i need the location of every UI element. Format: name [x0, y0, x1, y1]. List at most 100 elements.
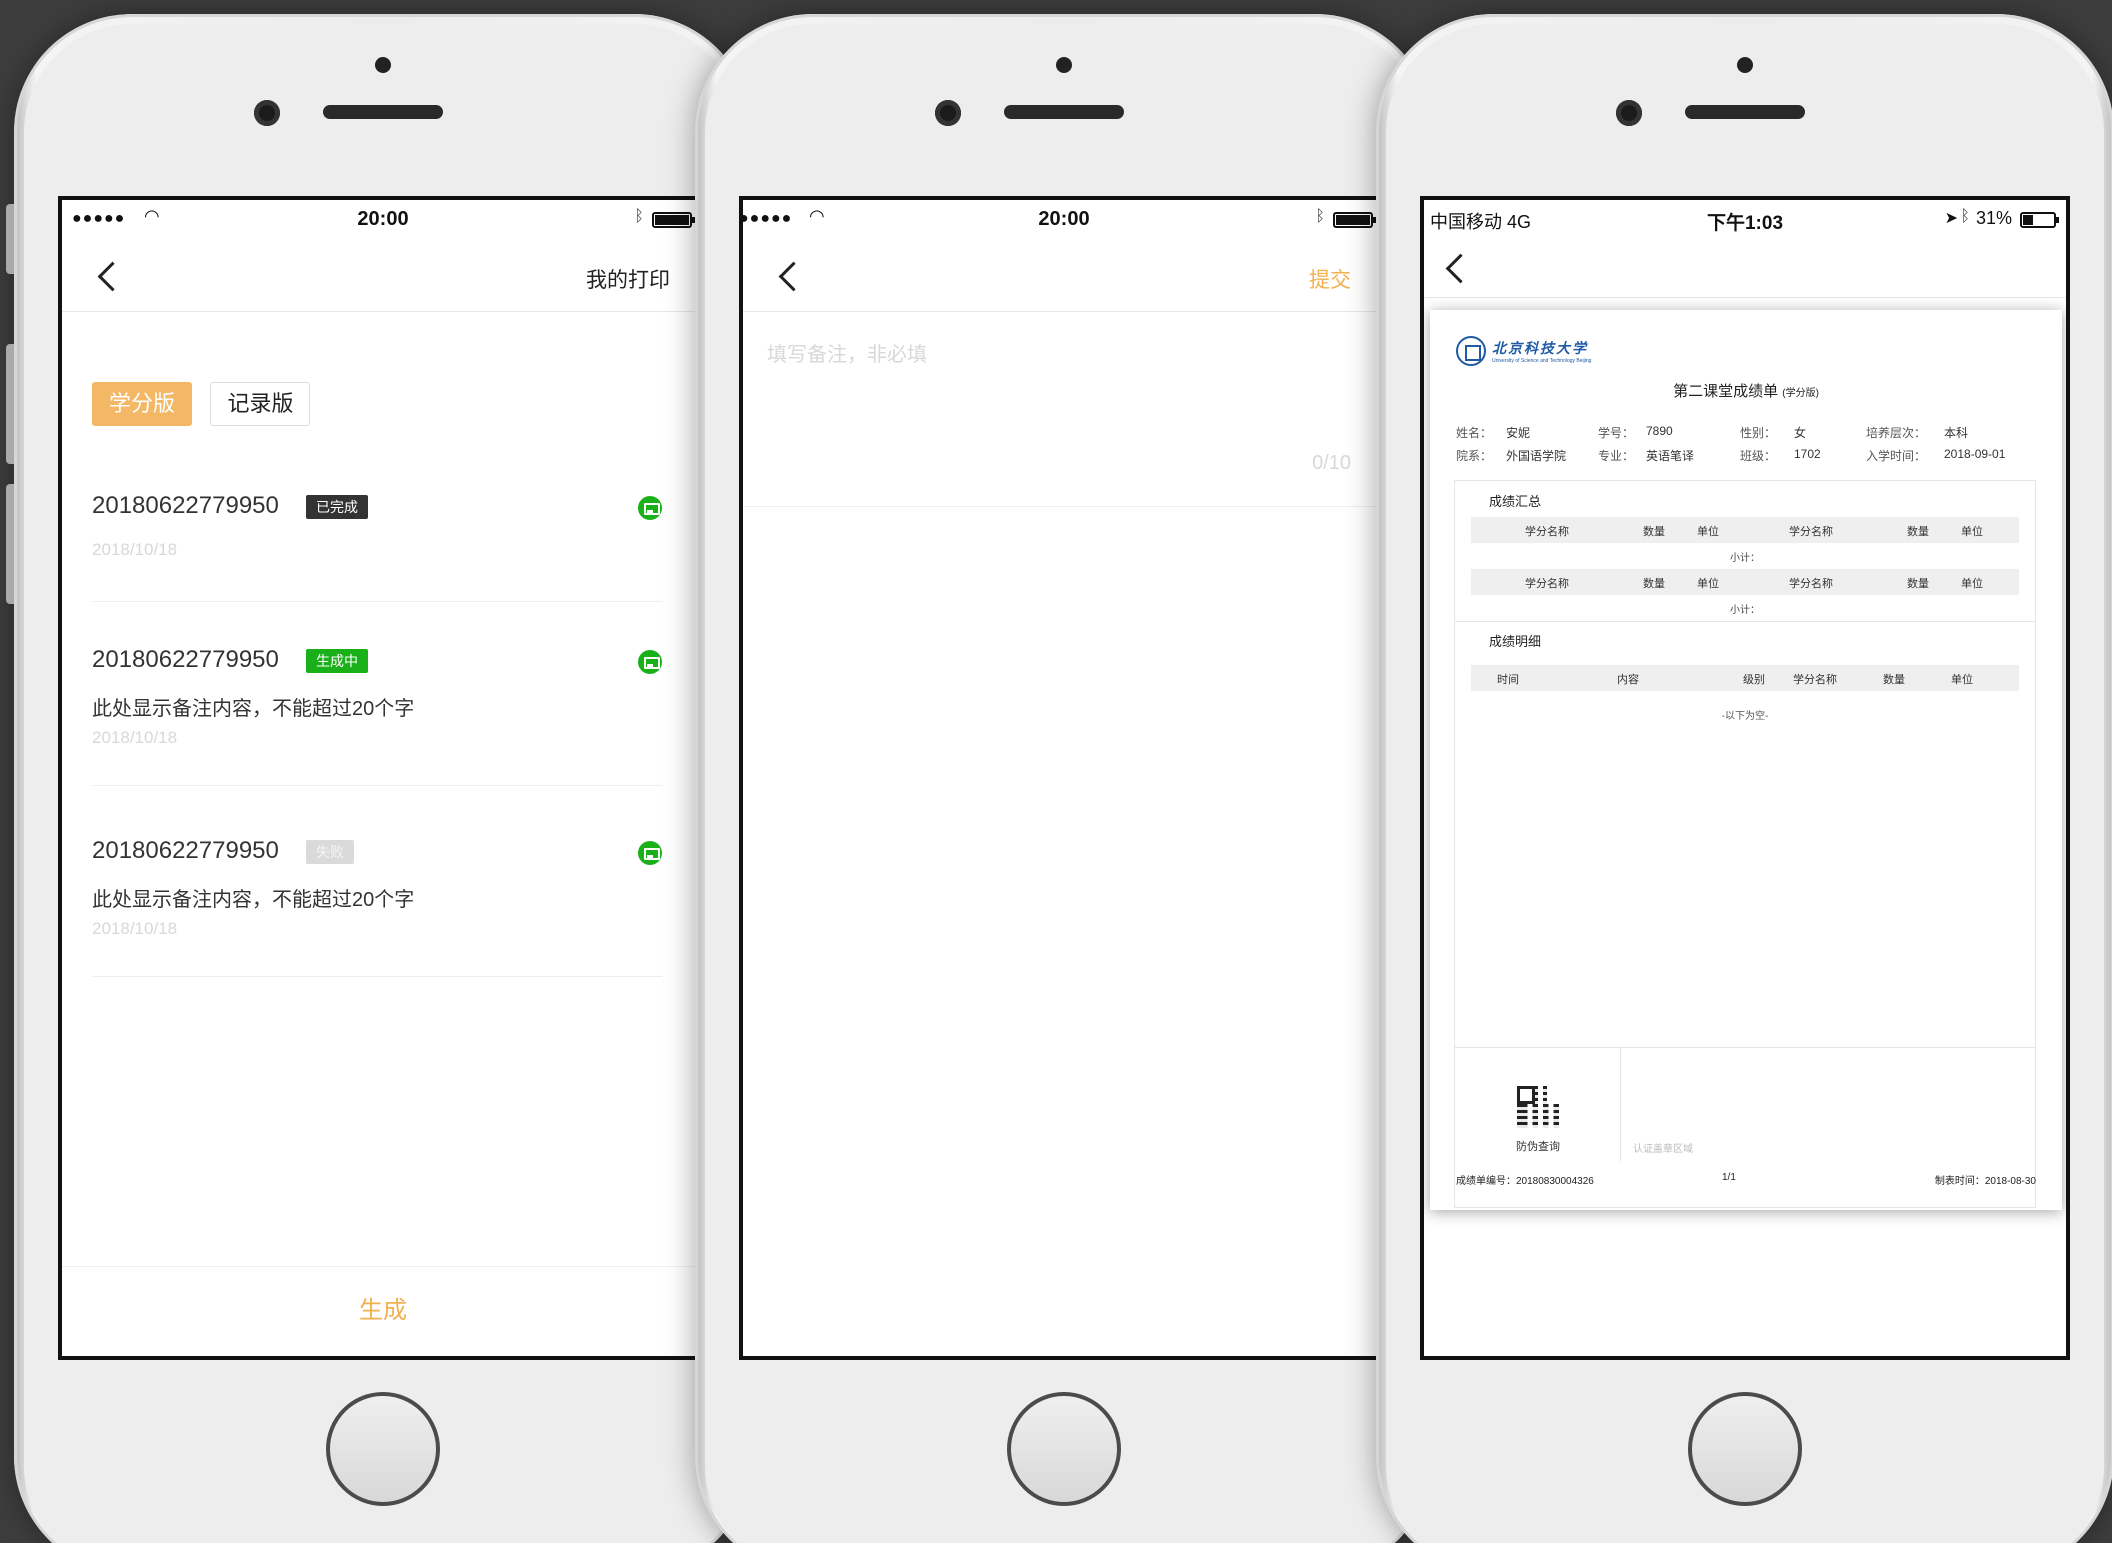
status-bar: ●●●●● ◠ 20:00 ᛒ [62, 200, 704, 240]
page-title: 我的打印 [586, 269, 670, 292]
earpiece-speaker [323, 105, 443, 119]
enroll-value: 2018-09-01 [1944, 447, 2006, 461]
screen-remark: ●●●●● ◠ 20:00 ᛒ 提交 0/10 [739, 196, 1389, 1360]
dept-label: 院系： [1456, 449, 1493, 463]
printer-icon[interactable] [638, 650, 662, 674]
made-date: 制表时间：2018-08-30 [1934, 1176, 2036, 1187]
phone-frame-3: 中国移动 4G 下午1:03 ➤ ᛒ 31% 北京科技大学 University… [1376, 14, 2112, 1543]
summary-header-row: 学分名称 数量 单位 学分名称 数量 单位 [1471, 517, 2019, 543]
volume-up-button [6, 344, 14, 464]
empty-notice: -以下为空- [1721, 711, 1769, 722]
student-id-label: 学号： [1598, 426, 1635, 440]
qr-code-icon[interactable] [1517, 1086, 1559, 1128]
battery-icon [652, 212, 695, 228]
subtotal-label: 小计： [1730, 605, 1760, 616]
printer-icon[interactable] [638, 496, 662, 520]
remark-section: 0/10 [743, 312, 1385, 507]
transcript-table: 成绩汇总 学分名称 数量 单位 学分名称 数量 单位 小计： 学分名称 数量 单… [1454, 480, 2036, 1208]
record-date: 2018/10/18 [92, 728, 178, 747]
volume-down-button [6, 484, 14, 604]
record-number: 20180622779950 [92, 837, 279, 864]
enroll-label: 入学时间： [1866, 449, 1927, 463]
major-value: 英语笔译 [1646, 449, 1695, 463]
generate-button[interactable]: 生成 [62, 1266, 704, 1356]
seal-area-label: 认证盖章区域 [1633, 1144, 1693, 1155]
level-label: 培养层次： [1866, 426, 1927, 440]
name-value: 安妮 [1506, 426, 1531, 440]
back-icon[interactable] [1442, 252, 1474, 284]
list-item[interactable]: 20180622779950 生成中 此处显示备注内容，不能超过20个字 201… [92, 646, 662, 786]
earpiece-speaker [1685, 105, 1805, 119]
gender-label: 性别： [1740, 426, 1777, 440]
char-counter: 0/10 [1312, 452, 1351, 474]
bluetooth-icon: ᛒ [1315, 208, 1325, 225]
serial-number: 成绩单编号：20180830004326 [1456, 1176, 1594, 1187]
record-number: 20180622779950 [92, 492, 279, 519]
class-label: 班级： [1740, 449, 1777, 463]
status-badge: 生成中 [306, 649, 368, 673]
name-label: 姓名： [1456, 426, 1493, 440]
subtotal-label: 小计： [1730, 553, 1760, 564]
screen-my-prints: ●●●●● ◠ 20:00 ᛒ 我的打印 学分版 记录版 20180622779… [58, 196, 708, 1360]
home-button[interactable] [1007, 1392, 1121, 1506]
home-button[interactable] [326, 1392, 440, 1506]
home-button[interactable] [1688, 1392, 1802, 1506]
detail-header-row: 时间 内容 级别 学分名称 数量 单位 [1471, 665, 2019, 691]
university-name: 北京科技大学 [1492, 340, 1588, 356]
university-logo: 北京科技大学 University of Science and Technol… [1456, 336, 1591, 366]
section-divider [1455, 621, 2035, 622]
student-id-value: 7890 [1646, 424, 1673, 438]
front-camera [935, 100, 961, 126]
remark-input[interactable] [767, 338, 1327, 438]
qr-label: 防伪查询 [1516, 1141, 1560, 1153]
status-bar: 中国移动 4G 下午1:03 ➤ ᛒ 31% [1424, 200, 2066, 240]
detail-title: 成绩明细 [1489, 634, 1542, 649]
major-label: 专业： [1598, 449, 1635, 463]
class-value: 1702 [1794, 447, 1821, 461]
status-bar: ●●●●● ◠ 20:00 ᛒ [743, 200, 1385, 240]
student-info: 姓名： 安妮 学号： 7890 性别： 女 培养层次： 本科 院系： 外国语学院 专业： 英… [1456, 424, 2036, 470]
back-icon[interactable] [775, 260, 807, 292]
nav-bar [1424, 240, 2066, 298]
tab-credit-version[interactable]: 学分版 [92, 382, 193, 426]
gender-value: 女 [1794, 426, 1807, 440]
list-item[interactable]: 20180622779950 失败 此处显示备注内容，不能超过20个字 2018… [92, 837, 662, 977]
university-name-en: University of Science and Technology Bei… [1492, 358, 1592, 364]
submit-button[interactable]: 提交 [1309, 264, 1351, 294]
version-tabs: 学分版 记录版 [92, 382, 324, 426]
bluetooth-icon: ᛒ [1960, 208, 1970, 225]
record-date: 2018/10/18 [92, 540, 178, 559]
record-note: 此处显示备注内容，不能超过20个字 [92, 889, 415, 911]
status-badge: 失败 [306, 840, 354, 864]
battery-icon [1333, 212, 1376, 228]
proximity-sensor [1737, 57, 1753, 73]
level-value: 本科 [1944, 426, 1969, 440]
proximity-sensor [1056, 57, 1072, 73]
status-badge: 已完成 [306, 495, 368, 519]
summary-header-row: 学分名称 数量 单位 学分名称 数量 单位 [1471, 569, 2019, 595]
battery-icon [2020, 212, 2059, 228]
proximity-sensor [375, 57, 391, 73]
record-date: 2018/10/18 [92, 919, 178, 938]
front-camera [254, 100, 280, 126]
list-item[interactable]: 20180622779950 已完成 2018/10/18 [92, 492, 662, 602]
location-icon: ➤ [1944, 210, 1958, 227]
university-seal-icon [1456, 336, 1486, 366]
document-title: 第二课堂成绩单 (学分版) [1673, 383, 1819, 400]
transcript-document[interactable]: 北京科技大学 University of Science and Technol… [1430, 310, 2062, 1210]
record-number: 20180622779950 [92, 646, 279, 673]
phone-frame-1: ●●●●● ◠ 20:00 ᛒ 我的打印 学分版 记录版 20180622779… [6, 14, 752, 1543]
battery-percent: 31% [1975, 208, 2012, 228]
tab-record-version[interactable]: 记录版 [210, 382, 311, 426]
front-camera [1616, 100, 1642, 126]
earpiece-speaker [1004, 105, 1124, 119]
dept-value: 外国语学院 [1506, 449, 1567, 463]
printer-icon[interactable] [638, 841, 662, 865]
status-time: 20:00 [357, 208, 409, 230]
status-time: 20:00 [1038, 208, 1090, 230]
record-note: 此处显示备注内容，不能超过20个字 [92, 698, 415, 720]
nav-bar: 我的打印 [62, 240, 704, 312]
document-title-suffix: (学分版) [1782, 388, 1819, 399]
back-icon[interactable] [94, 260, 126, 292]
phone-frame-2: ●●●●● ◠ 20:00 ᛒ 提交 0/10 [695, 14, 1433, 1543]
